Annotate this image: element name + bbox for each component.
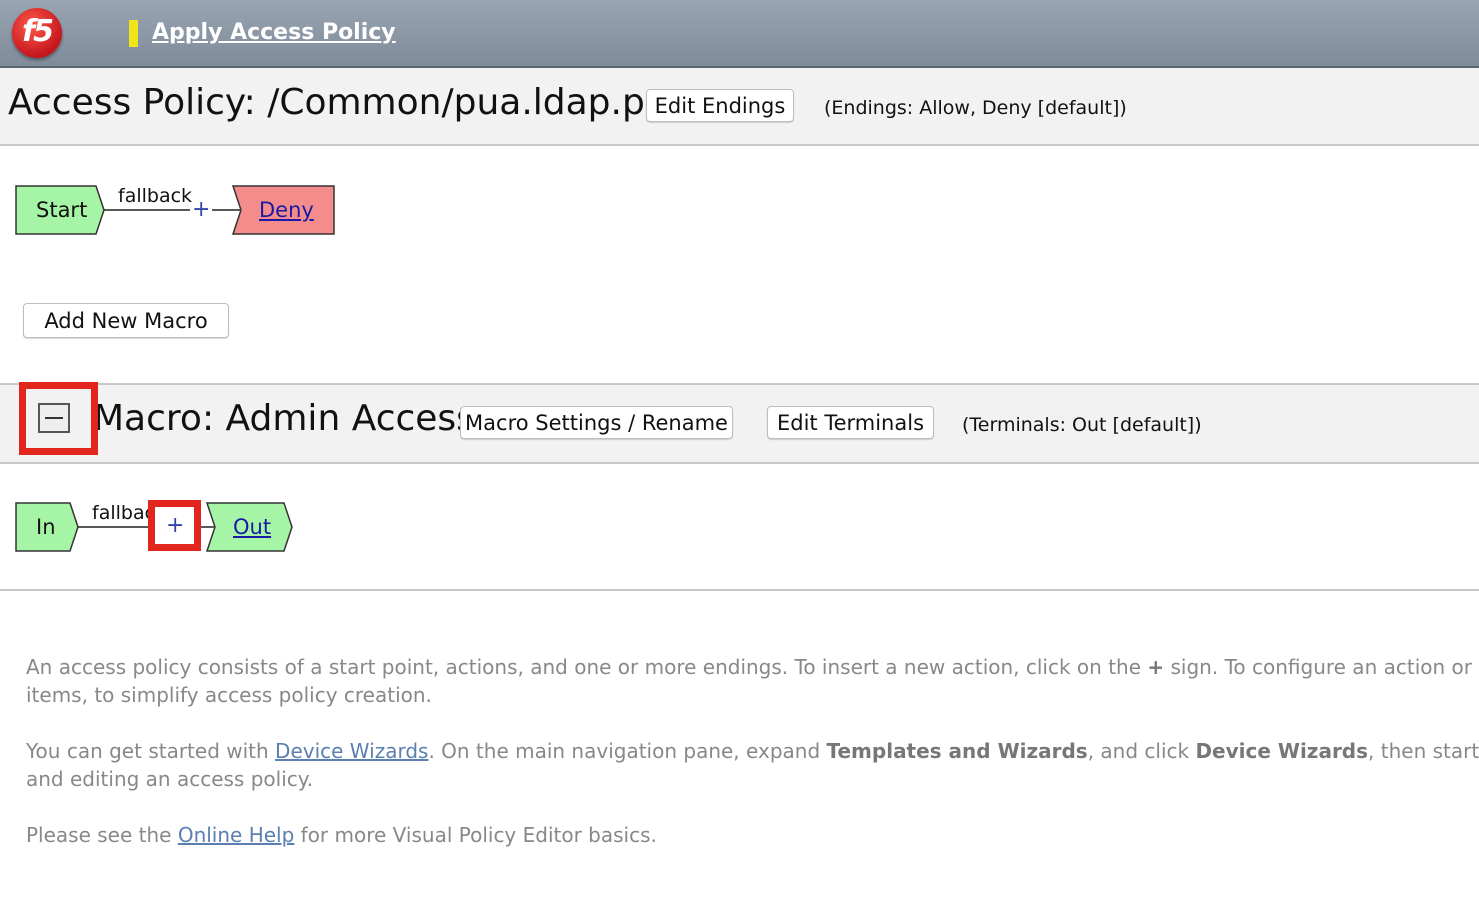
macro-header: Macro: Admin Access Macro Settings / Ren… [0, 383, 1479, 464]
help-text: sign. To configure an action or end [1170, 655, 1479, 679]
templates-and-wizards-text: Templates and Wizards [826, 739, 1088, 763]
help-paragraph-3: Please see the Online Help for more Visu… [26, 823, 657, 847]
f5-logo: f5 [12, 8, 62, 58]
help-text: Please see the [26, 823, 178, 847]
device-wizards-text: Device Wizards [1195, 739, 1369, 763]
section-divider [0, 589, 1479, 591]
help-plus-glyph: + [1147, 655, 1165, 679]
macro-settings-rename-button[interactable]: Macro Settings / Rename [460, 406, 733, 439]
title-marker [129, 20, 138, 47]
help-text: , and click [1087, 739, 1196, 763]
apply-access-policy-link[interactable]: Apply Access Policy [152, 20, 396, 45]
help-text: An access policy consists of a start poi… [26, 655, 1148, 679]
in-node-label: In [36, 515, 56, 539]
endings-info: (Endings: Allow, Deny [default]) [824, 97, 1127, 119]
start-node-label: Start [36, 198, 88, 222]
help-paragraph-1-line-1: An access policy consists of a start poi… [26, 655, 1479, 679]
top-bar: f5 Apply Access Policy [0, 0, 1479, 68]
policy-title: Access Policy: /Common/pua.ldap.psp [8, 82, 687, 123]
edit-terminals-button[interactable]: Edit Terminals [767, 406, 934, 439]
deny-ending-link[interactable]: Deny [259, 198, 314, 222]
policy-header: Access Policy: /Common/pua.ldap.psp Edit… [0, 68, 1479, 146]
terminals-info: (Terminals: Out [default]) [962, 414, 1202, 436]
help-paragraph-2-line-1: You can get started with Device Wizards.… [26, 739, 1479, 763]
insert-action-plus-button[interactable]: + [192, 199, 210, 221]
edit-endings-button[interactable]: Edit Endings [646, 89, 794, 122]
highlight-box-collapse [19, 382, 98, 455]
help-paragraph-2-line-2: and editing an access policy. [26, 767, 314, 791]
help-text: , then start an [1368, 739, 1479, 763]
out-terminal-link[interactable]: Out [233, 515, 271, 539]
macro-title: Macro: Admin Access [93, 398, 475, 439]
help-text: for more Visual Policy Editor basics. [294, 823, 657, 847]
device-wizards-link[interactable]: Device Wizards [275, 739, 428, 763]
online-help-link[interactable]: Online Help [178, 823, 294, 847]
highlight-box-plus [148, 500, 201, 551]
help-text: . On the main navigation pane, expand [428, 739, 827, 763]
add-new-macro-button[interactable]: Add New Macro [23, 303, 229, 338]
help-paragraph-1-line-2: items, to simplify access policy creatio… [26, 683, 432, 707]
fallback-branch-label: fallback [118, 185, 193, 207]
help-text: You can get started with [26, 739, 276, 763]
